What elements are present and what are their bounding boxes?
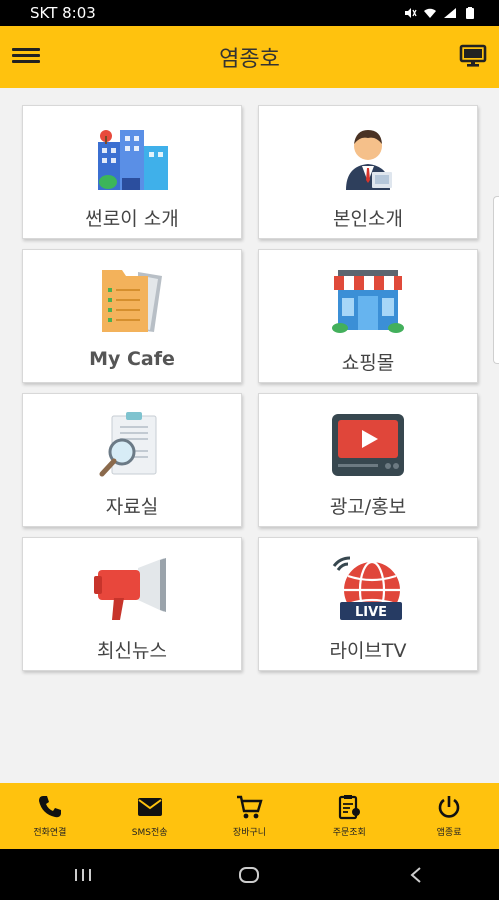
card-sunroy-intro[interactable]: 썬로이 소개 [22,105,242,239]
card-label: 라이브TV [329,640,407,662]
card-label: 쇼핑몰 [341,352,395,374]
menu-grid: 썬로이 소개 본인소개 My Cafe 쇼핑몰 자료실 광고/홍보 최신뉴스 L… [0,88,499,783]
recents-button[interactable] [53,860,113,890]
signal-icon [444,8,456,18]
home-button[interactable] [219,860,279,890]
exit-label: 앱종료 [436,828,462,838]
mail-icon [137,798,162,816]
folder-icon [102,270,162,332]
call-button[interactable]: 전화연결 [10,794,90,838]
order-lookup-button[interactable]: 주문조회 [309,794,389,838]
live-globe-icon: LIVE [332,556,402,620]
cart-button[interactable]: 장바구니 [209,794,289,838]
card-label: 본인소개 [333,208,403,230]
card-label: 자료실 [105,496,159,518]
app-bar: 염종호 [0,26,499,88]
card-label: 최신뉴스 [97,640,167,662]
back-icon [410,866,421,883]
back-button[interactable] [386,860,446,890]
menu-icon[interactable] [12,45,40,69]
bottom-action-bar: 전화연결 SMS전송 장바구니 주문조회 앱종료 [0,783,499,849]
card-archive[interactable]: 자료실 [22,393,242,527]
businessman-icon [346,130,392,190]
card-latest-news[interactable]: 최신뉴스 [22,537,242,671]
status-icons [403,7,477,19]
sms-label: SMS전송 [131,828,168,838]
order-icon [339,795,361,820]
home-icon [239,866,260,883]
status-time: SKT 8:03 [30,4,96,22]
cart-label: 장바구니 [232,828,267,838]
card-advertising[interactable]: 광고/홍보 [258,393,478,527]
card-shopping-mall[interactable]: 쇼핑몰 [258,249,478,383]
mute-icon [405,8,417,18]
call-label: 전화연결 [33,828,67,838]
document-search-icon [99,412,157,477]
buildings-icon [98,130,168,190]
card-label: My Cafe [89,348,175,370]
video-tv-icon [332,414,404,476]
svg-text:LIVE: LIVE [355,605,387,620]
shop-icon [332,270,404,333]
card-live-tv[interactable]: LIVE 라이브TV [258,537,478,671]
power-icon [438,796,460,818]
wifi-icon [424,8,436,18]
megaphone-icon [94,558,166,620]
battery-icon [466,7,474,19]
card-self-intro[interactable]: 본인소개 [258,105,478,239]
page-title: 염종호 [219,47,280,72]
monitor-icon[interactable] [459,43,487,69]
card-label: 썬로이 소개 [85,208,179,230]
system-nav-bar [0,849,499,900]
recents-icon [75,868,92,881]
exit-app-button[interactable]: 앱종료 [409,794,489,838]
scroll-indicator [493,196,499,364]
card-label: 광고/홍보 [329,496,407,518]
card-my-cafe[interactable]: My Cafe [22,249,242,383]
cart-icon [237,795,264,819]
order-label: 주문조회 [332,828,366,838]
status-bar: SKT 8:03 [0,0,499,26]
phone-icon [38,796,61,818]
sms-button[interactable]: SMS전송 [110,794,190,838]
